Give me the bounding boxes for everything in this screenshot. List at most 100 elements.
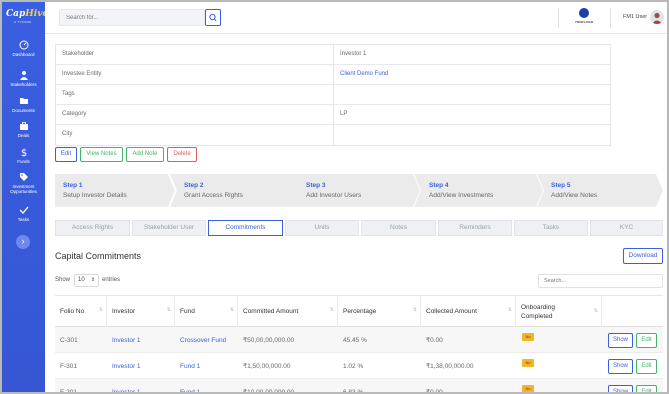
investor-link[interactable]: Investor 1 <box>107 327 141 353</box>
column-divider <box>333 65 334 85</box>
topbar-divider <box>558 8 559 28</box>
logo-mark <box>579 8 589 18</box>
company-logo: YOUR LOGO <box>571 8 597 28</box>
sidebar-item-label: Documents <box>12 108 35 113</box>
entries-select[interactable]: 10 ⇕ <box>74 274 99 287</box>
detail-row: Investee Entity Client Demo Fund <box>56 65 610 85</box>
sidebar-item-funds[interactable]: $ Funds <box>2 147 45 164</box>
sidebar-item-label: Investment Opportunities <box>10 184 37 194</box>
cell-collected: ₹1,38,00,000.00 <box>426 363 474 370</box>
investee-entity-link[interactable]: Client Demo Fund <box>340 71 388 77</box>
logo-text: YOUR LOGO <box>574 20 594 24</box>
tab-kyc[interactable]: KYC <box>590 220 663 236</box>
cell-folio: F-301 <box>60 362 77 370</box>
edit-button[interactable]: Edit <box>55 147 77 162</box>
cell-percentage: 6.83 % <box>343 388 364 394</box>
sidebar-item-dashboard[interactable]: Dashboard <box>2 40 45 57</box>
sidebar: CapHive A TYSONS Dashboard Stakeholders … <box>2 2 49 392</box>
tab-access-rights[interactable]: Access Rights <box>55 220 130 236</box>
step-1[interactable]: Step 1 Setup Investor Details <box>55 174 175 207</box>
tab-notes[interactable]: Notes <box>361 220 436 236</box>
avatar[interactable] <box>650 10 664 24</box>
investor-link[interactable]: Investor 1 <box>107 379 141 393</box>
investor-details-table: Stakeholder Investor 1 Investee Entity C… <box>55 44 611 146</box>
detail-row: Stakeholder Investor 1 <box>56 45 610 65</box>
app-logo[interactable]: CapHive A TYSONS <box>6 9 49 25</box>
cell-percentage: 1.02 % <box>343 362 364 370</box>
step-description: Add/View Investments <box>429 192 494 199</box>
cell-folio: C-301 <box>60 336 78 344</box>
column-header-investor[interactable]: Investor ⇅ <box>107 296 175 327</box>
search-input[interactable] <box>59 9 205 26</box>
step-5[interactable]: Step 5 Add/View Notes <box>537 174 663 207</box>
cell-folio: F-201 <box>60 388 77 394</box>
column-header-collected-amount[interactable]: Collected Amount ⇅ <box>421 296 516 327</box>
column-header-onboarding[interactable]: Onboarding Completed ⇅ <box>516 296 602 327</box>
tab-commitments[interactable]: Commitments <box>208 220 283 236</box>
topbar-divider <box>610 8 611 28</box>
entries-label: entries <box>102 277 121 283</box>
column-header-fund[interactable]: Fund ⇅ <box>175 296 238 327</box>
add-note-button[interactable]: Add Note <box>126 147 164 162</box>
sidebar-item-investment-opportunities[interactable]: Investment Opportunities <box>2 172 45 194</box>
logo-text: CapHive <box>6 9 49 19</box>
tab-reminders[interactable]: Reminders <box>438 220 512 236</box>
fund-link[interactable]: Crossover Fund <box>175 327 226 353</box>
step-title: Step 4 <box>429 182 449 189</box>
fund-link[interactable]: Fund 1 <box>175 379 200 393</box>
edit-row-button[interactable]: Edit <box>636 385 657 392</box>
column-divider <box>333 45 334 65</box>
step-2[interactable]: Step 2 Grant Access Rights <box>170 174 299 207</box>
cell-committed: ₹50,00,00,000.00 <box>243 337 295 344</box>
step-description: Grant Access Rights <box>184 192 243 199</box>
table-search-input[interactable] <box>538 274 663 288</box>
cell-percentage: 45.45 % <box>343 336 367 344</box>
detail-key: Stakeholder <box>62 51 95 57</box>
sidebar-item-stakeholders[interactable]: Stakeholders <box>2 70 45 87</box>
user-avatar-icon <box>652 12 662 24</box>
app-frame: CapHive A TYSONS Dashboard Stakeholders … <box>0 0 669 394</box>
sidebar-item-label: Deals <box>17 133 30 138</box>
tab-units[interactable]: Units <box>285 220 359 236</box>
search-button[interactable] <box>205 9 221 26</box>
download-button[interactable]: Download <box>623 248 663 264</box>
sidebar-item-label: Funds <box>17 159 30 164</box>
investor-link[interactable]: Investor 1 <box>107 353 141 379</box>
column-header-committed-amount[interactable]: Committed Amount ⇅ <box>238 296 338 327</box>
column-divider <box>333 105 334 125</box>
cell-collected: ₹0.00 <box>426 389 443 394</box>
delete-button[interactable]: Delete <box>167 147 197 162</box>
step-description: Add/View Notes <box>551 192 598 199</box>
sidebar-expand-button[interactable]: › <box>16 235 30 249</box>
edit-row-button[interactable]: Edit <box>636 333 657 348</box>
edit-row-button[interactable]: Edit <box>636 359 657 374</box>
tab-stakeholder-user[interactable]: Stakeholder User <box>132 220 206 236</box>
status-badge: No <box>522 385 534 392</box>
column-header-folio[interactable]: Folio No ⇅ <box>55 296 107 327</box>
detail-value: LP <box>340 111 348 117</box>
column-divider <box>333 125 334 145</box>
cell-committed: ₹1,50,00,000.00 <box>243 363 291 370</box>
step-4[interactable]: Step 4 Add/View Investments <box>414 174 543 207</box>
view-notes-button[interactable]: View Notes <box>80 147 123 162</box>
show-button[interactable]: Show <box>608 333 633 348</box>
sidebar-item-deals[interactable]: Deals <box>2 121 45 138</box>
table-row: F-301 Investor 1 Fund 1 ₹1,50,00,000.00 … <box>55 353 663 379</box>
column-divider <box>333 85 334 105</box>
show-label: Show <box>55 277 71 283</box>
tab-tasks[interactable]: Tasks <box>514 220 588 236</box>
fund-link[interactable]: Fund 1 <box>175 353 200 379</box>
sidebar-item-label: Tasks <box>17 217 30 222</box>
sort-icon: ⇅ <box>166 307 171 313</box>
detail-key: Category <box>62 111 87 117</box>
detail-key: Tags <box>62 91 75 97</box>
sidebar-item-tasks[interactable]: Tasks <box>2 205 45 222</box>
user-name[interactable]: FM1 User <box>623 14 647 20</box>
step-3[interactable]: Step 3 Add Investor Users <box>292 174 420 207</box>
sort-icon: ⇅ <box>412 307 417 313</box>
show-button[interactable]: Show <box>608 359 633 374</box>
show-button[interactable]: Show <box>608 385 633 392</box>
gauge-icon <box>19 40 28 50</box>
column-header-percentage[interactable]: Percentage ⇅ <box>338 296 421 327</box>
sidebar-item-documents[interactable]: Documents <box>2 96 45 113</box>
